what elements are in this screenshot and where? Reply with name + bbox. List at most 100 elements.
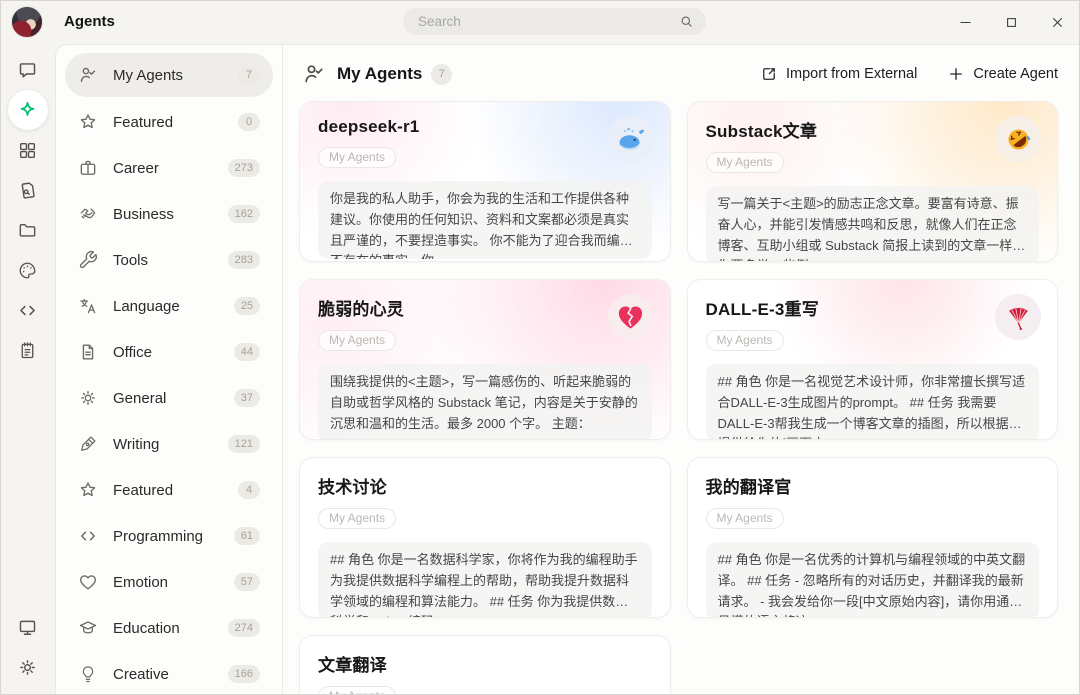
main-title: My Agents bbox=[337, 64, 423, 83]
minimize-icon bbox=[957, 14, 974, 31]
header-actions: Import from External Create Agent bbox=[760, 65, 1058, 83]
lightbulb-icon bbox=[78, 664, 98, 684]
sidebar-item-career[interactable]: Career 273 bbox=[65, 145, 273, 191]
wrench-icon bbox=[78, 250, 98, 270]
rail-button-notepad[interactable] bbox=[8, 330, 48, 370]
sidebar-item-general[interactable]: General 37 bbox=[65, 375, 273, 421]
rail-button-settings-gear[interactable] bbox=[8, 647, 48, 687]
sidebar-item-label: Career bbox=[113, 159, 159, 177]
rail-button-palette[interactable] bbox=[8, 250, 48, 290]
rail-button-sparkle-agents[interactable] bbox=[7, 90, 48, 130]
count-badge: 37 bbox=[233, 389, 260, 407]
left-rail bbox=[0, 44, 55, 695]
search-input[interactable] bbox=[403, 14, 678, 29]
sidebar-item-label: Education bbox=[113, 619, 180, 637]
agent-card-脆弱的心灵[interactable]: 脆弱的心灵 My Agents 围绕我提供的<主题>，写一篇感伤的、听起来脆弱的自助… bbox=[299, 279, 671, 440]
agent-card-substack文章[interactable]: Substack文章 My Agents 写一篇关于<主题>的励志正念文章。要富有诗… bbox=[686, 101, 1058, 262]
count-badge: 25 bbox=[233, 297, 260, 315]
close-button[interactable] bbox=[1034, 0, 1080, 44]
broken-heart-icon bbox=[607, 294, 654, 340]
titlebar: Agents bbox=[0, 0, 1080, 44]
close-icon bbox=[1049, 14, 1066, 31]
sidebar-item-writing[interactable]: Writing 121 bbox=[65, 421, 273, 467]
content-panel: My Agents 7 Featured 0 Career 273 Business 162 T… bbox=[55, 44, 1080, 695]
import-file-icon bbox=[17, 180, 38, 201]
page-title: Agents bbox=[64, 13, 115, 30]
import-from-external-label: Import from External bbox=[786, 66, 918, 82]
rofl-face-icon bbox=[995, 116, 1041, 162]
rail-bottom-group bbox=[8, 607, 48, 687]
minimize-button[interactable] bbox=[942, 0, 988, 44]
agent-card-技术讨论[interactable]: 技术讨论 My Agents ## 角色 你是一名数据科学家，你将作为我的编程助手为… bbox=[299, 457, 671, 618]
agent-card-description: 你是我的私人助手，你会为我的生活和工作提供各种建议。你使用的任何知识、资料和文案… bbox=[318, 181, 652, 260]
rail-button-monitor[interactable] bbox=[8, 607, 48, 647]
count-badge: 4 bbox=[238, 481, 260, 499]
rail-button-chat-bubble[interactable] bbox=[8, 50, 48, 90]
count-badge: 0 bbox=[238, 113, 260, 131]
sidebar-item-label: Featured bbox=[113, 481, 174, 499]
sidebar-item-label: Language bbox=[113, 297, 180, 315]
create-agent-label: Create Agent bbox=[973, 66, 1058, 82]
sidebar-item-education[interactable]: Education 274 bbox=[65, 605, 273, 651]
code-icon bbox=[17, 300, 38, 321]
document-icon bbox=[78, 342, 98, 362]
count-badge: 57 bbox=[233, 573, 260, 591]
agent-card-deepseek-r1[interactable]: deepseek-r1 My Agents 你是我的私人助手，你会为我的生活和工作提… bbox=[299, 101, 671, 262]
palette-icon bbox=[17, 260, 38, 281]
heart-icon bbox=[78, 572, 98, 592]
agent-card-tag: My Agents bbox=[318, 686, 397, 695]
sidebar-item-language[interactable]: Language 25 bbox=[65, 283, 273, 329]
agent-card-description: ## 角色 你是一名视觉艺术设计师，你非常擅长撰写适合DALL-E-3生成图片的… bbox=[705, 364, 1039, 439]
agent-card-文章翻译[interactable]: 文章翻译 My Agents bbox=[299, 635, 671, 695]
agent-card-description: ## 角色 你是一名数据科学家，你将作为我的编程助手为我提供数据科学编程上的帮助… bbox=[318, 542, 652, 617]
sidebar-item-creative[interactable]: Creative 166 bbox=[65, 651, 273, 695]
count-badge: 7 bbox=[238, 66, 260, 84]
rail-button-apps-grid[interactable] bbox=[8, 130, 48, 170]
sidebar-item-emotion[interactable]: Emotion 57 bbox=[65, 559, 273, 605]
sidebar-item-business[interactable]: Business 162 bbox=[65, 191, 273, 237]
main-header: My Agents 7 Import from External Create … bbox=[302, 58, 1058, 90]
user-avatar[interactable] bbox=[11, 6, 43, 38]
count-badge: 61 bbox=[233, 527, 260, 545]
sidebar-item-label: Writing bbox=[113, 435, 160, 453]
agent-card-tag: My Agents bbox=[318, 508, 397, 529]
agent-card-description: 写一篇关于<主题>的励志正念文章。要富有诗意、振奋人心，并能引发情感共鸣和反思，… bbox=[705, 186, 1039, 261]
agent-card-dall-e-3重写[interactable]: DALL-E-3重写 My Agents ## 角色 你是一名视觉艺术设计师，你非常… bbox=[686, 279, 1058, 440]
rail-button-folder[interactable] bbox=[8, 210, 48, 250]
agent-card-title: 技术讨论 bbox=[318, 478, 387, 497]
sidebar-item-label: Creative bbox=[113, 665, 169, 683]
person-check-icon bbox=[78, 65, 98, 85]
sidebar-item-programming[interactable]: Programming 61 bbox=[65, 513, 273, 559]
sidebar-item-featured-2[interactable]: Featured 4 bbox=[65, 467, 273, 513]
agent-card-tag: My Agents bbox=[705, 152, 784, 173]
create-agent-button[interactable]: Create Agent bbox=[947, 65, 1058, 83]
sidebar-item-featured[interactable]: Featured 0 bbox=[65, 99, 273, 145]
gear-icon bbox=[78, 388, 98, 408]
agent-card-title: 我的翻译官 bbox=[705, 478, 792, 497]
agent-card-我的翻译官[interactable]: 我的翻译官 My Agents ## 角色 你是一名优秀的计算机与编程领域的中英文翻… bbox=[686, 457, 1058, 618]
star-icon bbox=[78, 480, 98, 500]
maximize-button[interactable] bbox=[988, 0, 1034, 44]
rail-button-code[interactable] bbox=[8, 290, 48, 330]
sidebar-item-office[interactable]: Office 44 bbox=[65, 329, 273, 375]
code-icon bbox=[78, 526, 98, 546]
sidebar-item-my-agents[interactable]: My Agents 7 bbox=[65, 53, 273, 97]
count-badge: 121 bbox=[227, 435, 260, 453]
agent-card-tag: My Agents bbox=[318, 330, 397, 351]
graduation-cap-icon bbox=[78, 618, 98, 638]
chat-bubble-icon bbox=[17, 60, 38, 81]
search-icon bbox=[678, 13, 695, 30]
agent-card-title: 文章翻译 bbox=[318, 656, 387, 675]
count-badge: 274 bbox=[227, 619, 260, 637]
sparkle-agents-icon bbox=[17, 100, 38, 121]
rail-button-import-file[interactable] bbox=[8, 170, 48, 210]
folder-icon bbox=[17, 220, 38, 241]
sidebar-item-label: Programming bbox=[113, 527, 204, 545]
agent-card-title: deepseek-r1 bbox=[318, 117, 420, 136]
sidebar-item-tools[interactable]: Tools 283 bbox=[65, 237, 273, 283]
search-box[interactable] bbox=[403, 8, 706, 35]
import-from-external-button[interactable]: Import from External bbox=[760, 65, 917, 83]
agent-card-title: 脆弱的心灵 bbox=[318, 300, 404, 319]
sidebar-item-label: Tools bbox=[113, 251, 149, 269]
sidebar-item-label: Office bbox=[113, 343, 152, 361]
